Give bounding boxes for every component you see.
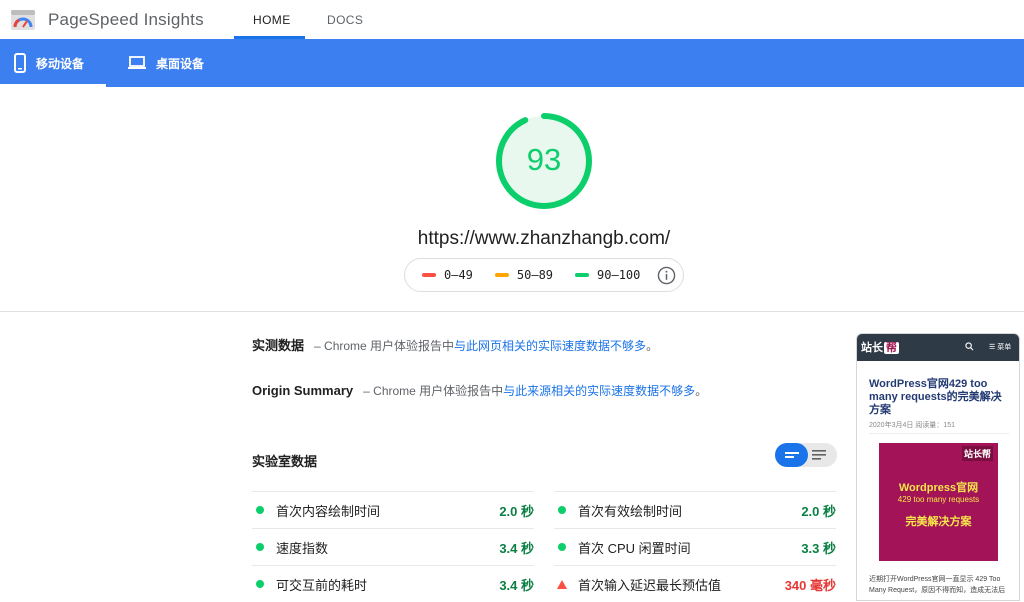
metric-speed-index: 速度指数 3.4 秒 xyxy=(252,528,534,565)
metric-time-to-interactive: 可交互前的耗时 3.4 秒 xyxy=(252,565,534,602)
tab-mobile-label: 移动设备 xyxy=(36,56,85,71)
thumbnail-menu: ☰ 菜单 xyxy=(989,344,1012,351)
metric-value: 3.4 秒 xyxy=(499,577,534,593)
legend-swatch-fail xyxy=(422,273,436,277)
metric-first-cpu-idle: 首次 CPU 闲置时间 3.3 秒 xyxy=(554,528,836,565)
metric-value: 340 毫秒 xyxy=(784,577,836,593)
metric-value: 3.4 秒 xyxy=(499,540,534,556)
active-device-indicator xyxy=(0,84,106,87)
origin-summary-label: Origin Summary xyxy=(252,383,354,398)
info-icon[interactable] xyxy=(657,266,676,285)
legend-swatch-pass xyxy=(575,273,590,277)
pass-status-icon xyxy=(558,543,566,551)
thumbnail-article-image: 站长帮 Wordpress官网 429 too many requests 完美… xyxy=(879,443,998,561)
tab-home[interactable]: HOME xyxy=(253,13,291,27)
pass-status-icon xyxy=(256,506,264,514)
thumbnail-site-logo: 站长帮 xyxy=(861,342,899,354)
laptop-icon xyxy=(128,56,146,69)
metric-name: 速度指数 xyxy=(276,540,329,556)
tab-desktop[interactable]: 桌面设备 xyxy=(128,39,204,87)
legend-label-pass: 90–100 xyxy=(597,268,641,282)
thumbnail-site-header: 站长帮 ☰ 菜单 xyxy=(857,334,1019,361)
field-data-link[interactable]: 与此网页相关的实际速度数据不够多 xyxy=(454,339,646,353)
field-data-suffix: 。 xyxy=(646,339,659,353)
metric-fmp: 首次有效绘制时间 2.0 秒 xyxy=(554,491,836,528)
origin-summary-section: Origin Summary – Chrome 用户体验报告中与此来源相关的实际速… xyxy=(252,382,707,399)
metric-max-input-delay: 首次输入延迟最长预估值 340 毫秒 xyxy=(554,565,836,602)
thumbnail-image-line: Wordpress官网 xyxy=(898,482,979,494)
pagespeed-logo-icon[interactable] xyxy=(10,8,36,32)
metric-fcp: 首次内容绘制时间 2.0 秒 xyxy=(252,491,534,528)
expanded-list-icon[interactable] xyxy=(812,450,826,460)
device-tab-bar: 移动设备 桌面设备 xyxy=(0,39,1024,87)
field-data-prefix: – Chrome 用户体验报告中 xyxy=(314,339,455,353)
pass-status-icon xyxy=(256,580,264,588)
origin-summary-suffix: 。 xyxy=(695,384,708,398)
legend-label-fail: 0–49 xyxy=(444,268,473,282)
pass-status-icon xyxy=(256,543,264,551)
thumbnail-divider xyxy=(869,433,1009,434)
metric-value: 2.0 秒 xyxy=(499,503,534,519)
analyzed-url: https://www.zhanzhangb.com/ xyxy=(417,228,671,249)
metric-name: 首次有效绘制时间 xyxy=(578,503,683,519)
thumbnail-article-meta: 2020年3月4日 阅读量：151 xyxy=(869,422,955,429)
tab-docs[interactable]: DOCS xyxy=(327,13,363,27)
metric-name: 可交互前的耗时 xyxy=(276,577,368,593)
metric-name: 首次 CPU 闲置时间 xyxy=(578,540,691,556)
tab-desktop-label: 桌面设备 xyxy=(156,56,205,71)
fail-status-icon xyxy=(557,579,567,589)
top-app-bar: PageSpeed Insights HOME DOCS xyxy=(0,0,1024,39)
app-title[interactable]: PageSpeed Insights xyxy=(48,10,204,30)
thumbnail-image-line: 完美解决方案 xyxy=(905,516,972,528)
origin-summary-link[interactable]: 与此来源相关的实际速度数据不够多 xyxy=(503,384,695,398)
thumbnail-image-line: 429 too many requests xyxy=(897,495,980,504)
field-data-section: 实测数据 – Chrome 用户体验报告中与此网页相关的实际速度数据不够多。 xyxy=(252,335,658,354)
metrics-view-toggle[interactable] xyxy=(775,443,837,467)
legend-label-average: 50–89 xyxy=(516,268,554,282)
compact-view-button[interactable] xyxy=(775,443,808,467)
lab-data-title: 实验室数据 xyxy=(252,454,318,469)
thumbnail-article-body: 近期打开WordPress官网一直显示 429 Too Many Request… xyxy=(869,576,1006,594)
legend-swatch-average xyxy=(494,273,509,277)
metric-value: 3.3 秒 xyxy=(801,540,836,556)
performance-score: 93 xyxy=(526,142,562,177)
search-icon xyxy=(965,342,974,351)
metric-name: 首次输入延迟最长预估值 xyxy=(578,577,722,593)
thumbnail-article-title: WordPress官网429 too many requests的完美解决方案 xyxy=(869,378,1002,416)
section-divider xyxy=(0,311,1024,312)
metric-value: 2.0 秒 xyxy=(801,503,836,519)
tab-mobile[interactable]: 移动设备 xyxy=(14,39,84,87)
page-screenshot-thumbnail: 站长帮 ☰ 菜单 WordPress官网429 too many request… xyxy=(856,333,1020,601)
metric-name: 首次内容绘制时间 xyxy=(276,503,381,519)
legend-item-fail: 0–49 xyxy=(422,268,473,282)
phone-icon xyxy=(14,53,26,73)
pass-status-icon xyxy=(558,506,566,514)
score-legend: 0–49 50–89 90–100 xyxy=(404,258,684,292)
field-data-label: 实测数据 xyxy=(252,338,305,353)
thumbnail-image-badge: 站长帮 xyxy=(961,446,993,461)
compact-list-icon xyxy=(785,452,799,458)
legend-item-average: 50–89 xyxy=(494,268,554,282)
origin-summary-prefix: – Chrome 用户体验报告中 xyxy=(363,384,504,398)
legend-item-pass: 90–100 xyxy=(575,268,640,282)
